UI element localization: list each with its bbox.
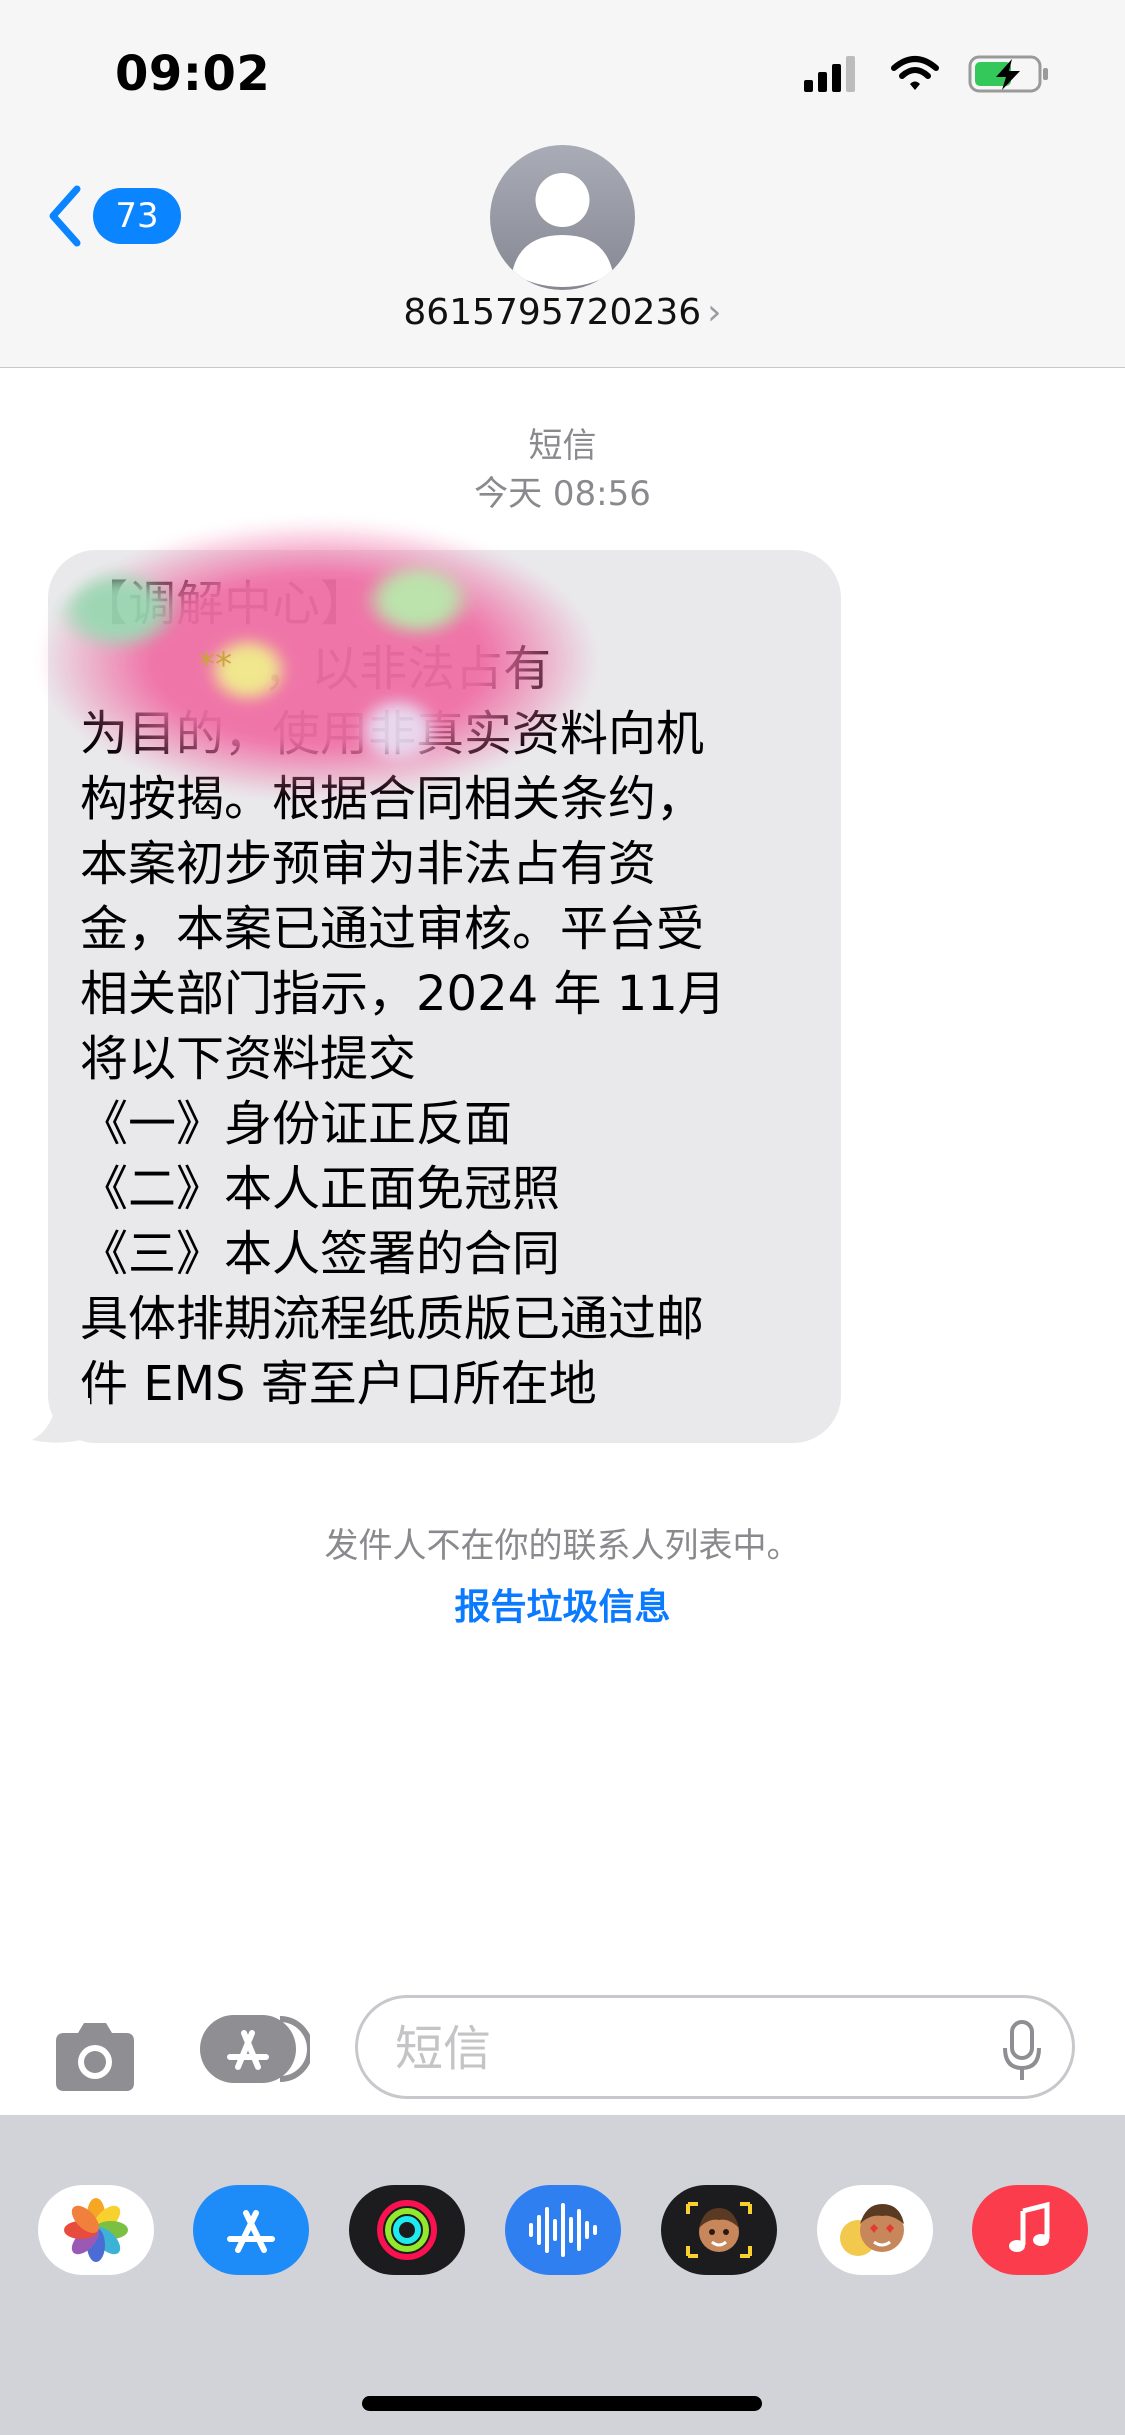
contact-avatar[interactable] — [490, 145, 635, 290]
app-drawer-icon[interactable] — [200, 2015, 310, 2083]
chevron-left-icon — [49, 185, 81, 247]
contact-number: 8615795720236 — [403, 292, 702, 333]
memoji-stickers-icon — [840, 2204, 904, 2256]
top-header: 09:02 73 8615795720236 › — [0, 0, 1125, 368]
voice-memo-button[interactable] — [505, 2185, 621, 2275]
bubble-tail — [32, 1398, 90, 1443]
person-silhouette-icon — [512, 173, 613, 287]
cellular-signal-icon — [804, 56, 855, 92]
microphone-icon[interactable] — [1002, 2020, 1042, 2082]
contact-header[interactable]: 8615795720236 › — [0, 292, 1125, 333]
app-store-button[interactable] — [193, 2185, 309, 2275]
memoji-camera-button[interactable] — [661, 2185, 777, 2275]
back-button[interactable]: 73 — [45, 176, 181, 256]
wifi-icon — [891, 56, 939, 90]
activity-icon — [377, 2200, 437, 2260]
battery-charging-icon — [968, 55, 1048, 93]
imessage-app-dock — [0, 2115, 1125, 2435]
memoji-camera-icon — [686, 2202, 752, 2258]
camera-icon[interactable] — [50, 2017, 140, 2097]
message-timestamp: 今天 08:56 — [474, 474, 651, 514]
voice-memo-icon — [529, 2203, 597, 2257]
activity-app-button[interactable] — [349, 2185, 465, 2275]
music-app-button[interactable] — [972, 2185, 1088, 2275]
music-icon — [1009, 2201, 1050, 2252]
photos-icon — [64, 2198, 128, 2262]
app-store-icon — [227, 2210, 275, 2253]
message-input[interactable] — [393, 2018, 957, 2080]
report-junk-link[interactable]: 报告垃圾信息 — [0, 1578, 1125, 1630]
message-input-field — [355, 1995, 1075, 2099]
service-label: 短信 — [528, 426, 597, 466]
photos-app-button[interactable] — [38, 2185, 154, 2275]
message-bubble[interactable]: 【调解中心】 ，以非法占有 为目的，使用非真实资料向机 构按揭。根据合同相关条约… — [38, 520, 841, 1443]
unknown-sender-notice: 发件人不在你的联系人列表中。 — [324, 1526, 801, 1566]
masked-text: ** — [198, 645, 232, 685]
privacy-sticker — [38, 520, 598, 800]
home-indicator[interactable] — [362, 2396, 762, 2411]
chevron-right-icon: › — [707, 292, 722, 333]
compose-bar — [0, 1995, 1125, 2120]
status-icons — [802, 52, 1050, 96]
status-time: 09:02 — [115, 46, 271, 102]
memoji-stickers-button[interactable] — [817, 2185, 933, 2275]
unread-badge: 73 — [93, 188, 181, 244]
